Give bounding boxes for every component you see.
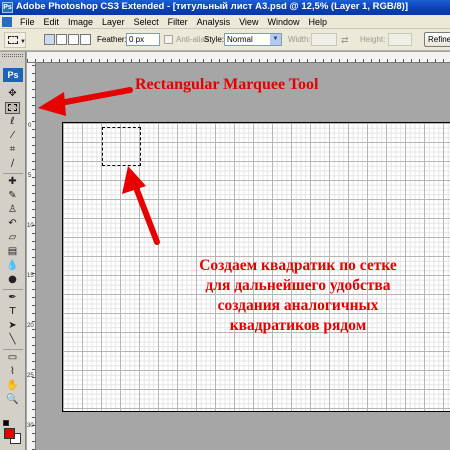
ruler-mark: 30 [27, 423, 34, 429]
horizontal-ruler[interactable] [27, 52, 450, 63]
chevron-down-icon: ▼ [20, 39, 26, 45]
app-icon: Ps [2, 2, 13, 13]
height-label: Height: [360, 35, 386, 44]
menu-layer[interactable]: Layer [98, 16, 130, 27]
note-line: квадратиков рядом [229, 317, 367, 334]
feather-label: Feather: [97, 35, 127, 44]
menu-help[interactable]: Help [304, 16, 332, 27]
marquee-selection[interactable] [102, 127, 141, 166]
style-value: Normal [227, 35, 253, 44]
type-tool-icon[interactable]: T [5, 306, 20, 318]
line-tool-icon[interactable]: ╲ [5, 334, 20, 346]
ruler-mark: 0 [28, 123, 32, 129]
gradient-tool-icon[interactable]: ▤ [5, 246, 20, 258]
move-tool-icon[interactable]: ✥ [5, 88, 20, 100]
selection-mode-group [44, 34, 91, 45]
menu-select[interactable]: Select [130, 16, 164, 27]
width-label: Width: [288, 35, 311, 44]
note-line: Создаем квадратик по сетке [199, 257, 397, 274]
menu-bar: File Edit Image Layer Select Filter Anal… [0, 15, 450, 29]
ruler-mark: 25 [27, 373, 34, 379]
eyedropper-tool-icon[interactable]: ⌇ [5, 366, 20, 378]
ruler-mark: 5 [28, 173, 32, 179]
note-line: создания аналогичных [217, 297, 379, 314]
marquee-tool-caption: Rectangular Marquee Tool [135, 76, 319, 93]
menu-window[interactable]: Window [263, 16, 304, 27]
tool-preset-picker[interactable]: ▼ [4, 32, 26, 48]
menu-edit[interactable]: Edit [40, 16, 65, 27]
menu-view[interactable]: View [235, 16, 263, 27]
menu-analysis[interactable]: Analysis [193, 16, 236, 27]
path-selection-tool-icon[interactable]: ➤ [5, 320, 20, 332]
toolbox-divider [3, 289, 23, 290]
foreground-color-swatch[interactable] [4, 428, 15, 439]
default-colors-icon[interactable] [3, 420, 9, 426]
window-title: Adobe Photoshop CS3 Extended - [титульны… [16, 1, 408, 12]
lasso-tool-icon[interactable]: ℓ [5, 116, 20, 128]
refine-edge-button[interactable]: Refine [424, 32, 450, 47]
crop-tool-icon[interactable]: ⌗ [5, 144, 20, 156]
toolbox-divider [3, 349, 23, 350]
ruler-mark: 20 [27, 323, 34, 329]
healing-brush-tool-icon[interactable]: ✚ [5, 176, 20, 188]
toolbox: Ps ✥ ℓ ⁄ ⌗ ∕ ✚ ✎ ♙ ↶ ▱ ▤ 💧 ● ✒ T ➤ ╲ ▭ ⌇… [0, 52, 26, 450]
menu-file[interactable]: File [16, 16, 40, 27]
toolbox-divider [3, 173, 23, 174]
add-to-selection-button[interactable] [56, 34, 67, 45]
chevron-down-icon: ▼ [270, 34, 281, 45]
slice-tool-icon[interactable]: ∕ [5, 158, 20, 170]
photoshop-logo[interactable]: Ps [3, 68, 23, 82]
rectangular-marquee-tool-icon[interactable] [5, 102, 20, 114]
height-input[interactable] [388, 33, 412, 46]
dodge-tool-icon[interactable]: ● [5, 274, 20, 286]
menu-filter[interactable]: Filter [164, 16, 193, 27]
grid-instruction-note: Создаем квадратик по сетке для дальнейше… [158, 256, 438, 336]
feather-input[interactable]: 0 px [126, 33, 160, 46]
intersect-selection-button[interactable] [80, 34, 91, 45]
blur-tool-icon[interactable]: 💧 [5, 260, 20, 272]
width-input[interactable] [311, 33, 337, 46]
marquee-icon [8, 36, 18, 44]
swap-icon[interactable]: ⇄ [341, 35, 349, 46]
ruler-mark: 15 [27, 273, 34, 279]
zoom-tool-icon[interactable]: 🔍 [5, 394, 20, 406]
options-bar: ▼ Feather: 0 px Anti-alias Style: Normal… [0, 29, 450, 51]
vertical-ruler[interactable]: 0 5 10 15 20 25 30 [27, 63, 36, 450]
toolbox-grip[interactable] [2, 54, 23, 57]
eraser-tool-icon[interactable]: ▱ [5, 232, 20, 244]
title-bar: Ps Adobe Photoshop CS3 Extended - [титул… [0, 0, 450, 15]
brush-tool-icon[interactable]: ✎ [5, 190, 20, 202]
photoshop-window: Ps Adobe Photoshop CS3 Extended - [титул… [0, 0, 450, 450]
pen-tool-icon[interactable]: ✒ [5, 292, 20, 304]
style-label: Style: [204, 35, 225, 44]
menu-image[interactable]: Image [64, 16, 98, 27]
ruler-mark: 10 [27, 223, 34, 229]
clone-stamp-tool-icon[interactable]: ♙ [5, 204, 20, 216]
hand-tool-icon[interactable]: ✋ [5, 380, 20, 392]
new-selection-button[interactable] [44, 34, 55, 45]
notes-tool-icon[interactable]: ▭ [5, 352, 20, 364]
magic-wand-tool-icon[interactable]: ⁄ [5, 130, 20, 142]
note-line: для дальнейшего удобства [205, 277, 391, 294]
history-brush-tool-icon[interactable]: ↶ [5, 218, 20, 230]
subtract-from-selection-button[interactable] [68, 34, 79, 45]
anti-alias-checkbox[interactable] [164, 35, 173, 44]
style-select[interactable]: Normal ▼ [224, 33, 282, 46]
document-icon[interactable] [2, 17, 12, 27]
